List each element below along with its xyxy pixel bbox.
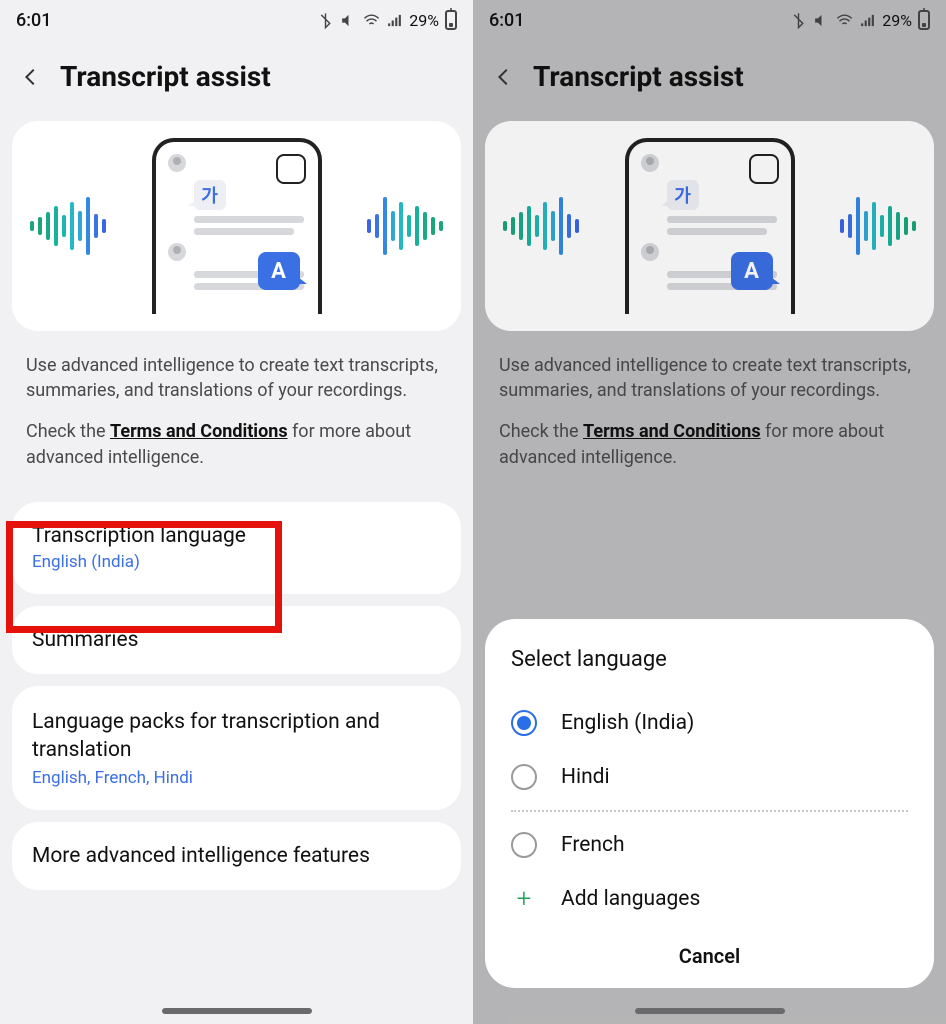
language-option-french[interactable]: French [511,818,908,872]
status-time: 6:01 [489,10,524,31]
option-label: Hindi [561,765,610,789]
terms-link[interactable]: Terms and Conditions [110,421,288,442]
terms-text: Check the Terms and Conditions for more … [26,419,447,469]
status-time: 6:01 [16,10,51,31]
nav-indicator[interactable] [162,1008,312,1014]
battery-icon [445,10,457,30]
wifi-icon [836,12,853,29]
signal-icon [859,12,876,29]
latin-bubble-icon: A [731,252,773,290]
radio-unchecked-icon[interactable] [511,764,537,790]
korean-bubble-icon: 가 [194,180,226,210]
wifi-icon [363,12,380,29]
screen-left: 6:01 29% Transcript assist [0,0,473,1024]
battery-percent: 29% [409,11,439,30]
cancel-button[interactable]: Cancel [511,926,908,968]
terms-link[interactable]: Terms and Conditions [583,421,761,442]
bluetooth-icon [790,12,807,29]
mute-icon [813,12,830,29]
screen-right: 6:01 29% Transcript assist [473,0,946,1024]
korean-bubble-icon: 가 [667,180,699,210]
language-option-hindi[interactable]: Hindi [511,750,908,804]
sheet-title: Select language [511,647,908,672]
plus-icon: + [511,886,537,912]
swap-icon [749,154,779,184]
item-label: Transcription language [32,524,441,548]
item-value: English, French, Hindi [32,768,441,788]
intro-text: Use advanced intelligence to create text… [499,353,920,403]
language-option asegurarse-option-english[interactable]: English (India) [511,696,908,750]
page-title: Transcript assist [60,60,271,93]
mute-icon [340,12,357,29]
summaries-item[interactable]: Summaries [12,606,461,674]
latin-bubble-icon: A [258,252,300,290]
description-block: Use advanced intelligence to create text… [0,331,473,496]
option-label: French [561,833,625,857]
battery-percent: 29% [882,11,912,30]
item-label: More advanced intelligence features [32,844,441,868]
radio-checked-icon[interactable] [511,710,537,736]
add-label: Add languages [561,887,700,911]
terms-text: Check the Terms and Conditions for more … [499,419,920,469]
battery-icon [918,10,930,30]
signal-icon [386,12,403,29]
swap-icon [276,154,306,184]
page-header: Transcript assist [0,40,473,121]
illustration-card: 가 A [485,121,934,331]
bluetooth-icon [317,12,334,29]
option-label: English (India) [561,711,694,735]
more-features-item[interactable]: More advanced intelligence features [12,822,461,890]
page-title: Transcript assist [533,60,744,93]
back-icon[interactable] [493,66,515,88]
phone-illustration: 가 A [625,138,795,314]
status-bar: 6:01 29% [0,0,473,40]
status-bar: 6:01 29% [473,0,946,40]
sound-wave-right-icon [840,197,916,255]
nav-indicator[interactable] [635,1008,785,1014]
sound-wave-right-icon [367,197,443,255]
sound-wave-left-icon [503,197,579,255]
sound-wave-left-icon [30,197,106,255]
transcription-language-item[interactable]: Transcription language English (India) [12,502,461,594]
item-label: Language packs for transcription and tra… [32,708,441,765]
page-header: Transcript assist [473,40,946,121]
item-label: Summaries [32,628,441,652]
add-languages-button[interactable]: + Add languages [511,872,908,926]
phone-illustration: 가 A [152,138,322,314]
description-block: Use advanced intelligence to create text… [473,331,946,496]
divider [511,810,908,812]
select-language-sheet: Select language English (India) Hindi Fr… [485,619,934,988]
radio-unchecked-icon[interactable] [511,832,537,858]
back-icon[interactable] [20,66,42,88]
language-packs-item[interactable]: Language packs for transcription and tra… [12,686,461,811]
intro-text: Use advanced intelligence to create text… [26,353,447,403]
illustration-card: 가 A [12,121,461,331]
item-value: English (India) [32,552,441,572]
